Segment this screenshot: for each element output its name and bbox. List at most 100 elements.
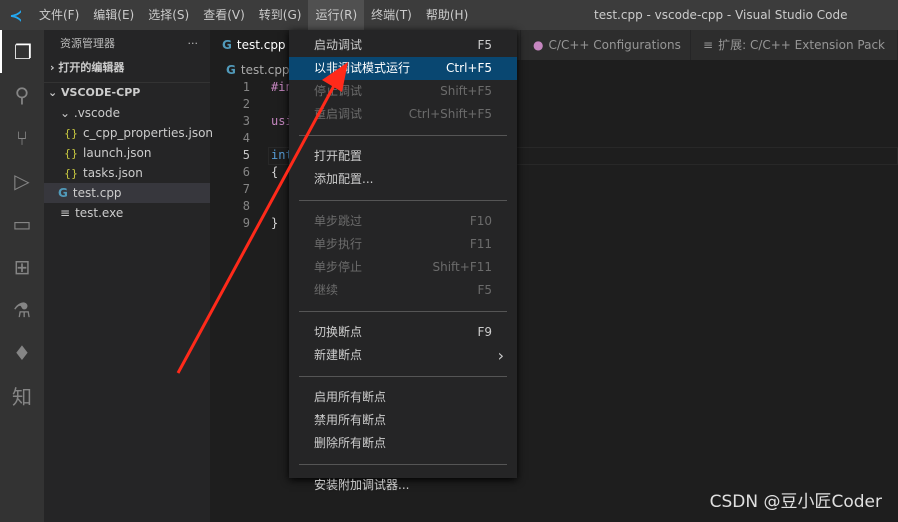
leaf-icon[interactable]: ♦ [0,331,44,374]
menu-item-label: 以非调试模式运行 [314,61,411,75]
line-number: 2 [242,97,250,111]
menu-2[interactable]: 选择(S) [141,0,196,30]
file-item[interactable]: {} c_cpp_properties.json [44,123,213,143]
run-menu-item[interactable]: 禁用所有断点 [289,409,517,432]
remote-explorer-icon[interactable]: ▭ [0,202,44,245]
file-item[interactable]: {} launch.json [44,143,210,163]
open-editors-section[interactable]: › 打开的编辑器 [44,58,210,78]
file-item[interactable]: Gtest.cpp [44,183,210,203]
menu-item-label: 添加配置... [314,172,374,186]
file-item[interactable]: {} tasks.json [44,163,210,183]
line-number: 6 [242,165,250,179]
line-number: 3 [242,114,250,128]
menu-7[interactable]: 帮助(H) [419,0,475,30]
run-menu-item[interactable]: 切换断点 F9 [289,321,517,344]
line-numbers: 1 2 3 4 5 6 7 8 9 [230,79,250,232]
menu-item-shortcut: F5 [477,283,492,297]
run-menu-item[interactable]: 单步执行 F11 [289,233,517,256]
cpp-file-icon: G [58,186,68,200]
menu-item-label: 禁用所有断点 [314,413,387,427]
line-number: 7 [242,182,250,196]
menu-separator [299,464,507,465]
menu-item-label: 安装附加调试器... [314,478,410,492]
run-menu-item[interactable]: 打开配置 [289,145,517,168]
menu-item-label: 重启调试 [314,107,363,121]
menu-item-shortcut: Shift+F5 [440,84,492,98]
menu-separator [299,200,507,201]
extensions-icon[interactable]: ⊞ [0,245,44,288]
tab-extension-pack[interactable]: ≡ 扩展: C/C++ Extension Pack [691,30,898,60]
menu-item-label: 单步跳过 [314,214,363,228]
breadcrumb[interactable]: Gtest.cpp [226,60,290,80]
run-menu-item[interactable]: 删除所有断点 [289,432,517,455]
watermark: CSDN @豆小匠Coder [709,492,882,512]
vscode-logo-icon: ≺ [9,5,23,25]
menu-item-label: 单步停止 [314,260,363,274]
menu-item-label: 停止调试 [314,84,363,98]
menu-3[interactable]: 查看(V) [196,0,252,30]
explorer-sidebar: 资源管理器 ··· › 打开的编辑器 ⌄ VSCODE-CPP ⌄ .vscode… [44,30,213,522]
menu-item-label: 新建断点 [314,348,363,362]
activity-bar: ❐ ⚲ ⑂ ▷ ▭ ⊞ ⚗ ♦ 知 [0,30,44,522]
run-menu-item[interactable]: 重启调试 Ctrl+Shift+F5 [289,103,517,126]
line-number: 5 [242,148,250,162]
menu-separator [299,311,507,312]
run-menu-dropdown: 启动调试 F5 以非调试模式运行 Ctrl+F5 停止调试 Shift+F5 重启调试 Ctr… [289,30,517,492]
file-item[interactable]: ≡ test.exe [44,203,210,223]
line-number: 9 [242,216,250,230]
window-title: test.cpp - vscode-cpp - Visual Studio Co… [594,8,848,22]
search-icon[interactable]: ⚲ [0,73,44,116]
menu-1[interactable]: 编辑(E) [86,0,141,30]
source-control-icon[interactable]: ⑂ [0,116,44,159]
folder-vscode[interactable]: ⌄ .vscode [44,103,210,123]
json-icon: {} [64,147,78,160]
menu-item-label: 继续 [314,283,339,297]
testing-icon[interactable]: ⚗ [0,288,44,331]
menu-item-label: 单步执行 [314,237,363,251]
menu-0[interactable]: 文件(F) [32,0,86,30]
menu-item-label: 启动调试 [314,38,363,52]
tab-cpp-configurations[interactable]: ● C/C++ Configurations [521,30,692,60]
run-menu-item[interactable]: 单步停止 Shift+F11 [289,256,517,279]
explorer-title: 资源管理器 [60,37,115,50]
menu-item-label: 切换断点 [314,325,363,339]
menu-separator [299,376,507,377]
run-menu-item[interactable]: 停止调试 Shift+F5 [289,80,517,103]
binary-file-icon: ≡ [60,206,71,220]
tab-test-cpp[interactable]: Gtest.cpp [210,30,299,60]
run-menu-item[interactable]: 启动调试 F5 [289,34,517,57]
run-menu-item[interactable]: 安装附加调试器... [289,474,517,497]
menu-4[interactable]: 转到(G) [252,0,309,30]
menu-item-shortcut: F5 [477,38,492,52]
menu-item-shortcut: F10 [469,214,492,228]
menu-item-shortcut: Ctrl+Shift+F5 [408,107,492,121]
menu-item-shortcut: F9 [477,325,492,339]
line-number: 8 [242,199,250,213]
run-debug-icon[interactable]: ▷ [0,159,44,202]
menu-item-shortcut: Shift+F11 [432,260,492,274]
menu-item-shortcut: F11 [469,237,492,251]
menu-item-shortcut: › [497,346,504,365]
run-menu-item[interactable]: 以非调试模式运行 Ctrl+F5 [289,57,517,80]
run-menu-item[interactable]: 新建断点 › [289,344,517,367]
menu-item-label: 删除所有断点 [314,436,387,450]
menu-5[interactable]: 运行(R) [308,0,365,30]
menu-item-label: 打开配置 [314,149,363,163]
menu-item-label: 启用所有断点 [314,390,387,404]
project-folder[interactable]: ⌄ VSCODE-CPP [44,83,210,103]
menu-6[interactable]: 终端(T) [364,0,419,30]
menu-item-shortcut: Ctrl+F5 [446,61,492,75]
zhihu-icon[interactable]: 知 [0,374,44,417]
line-number: 4 [242,131,250,145]
json-icon: {} [64,127,78,140]
menu-separator [299,135,507,136]
more-actions-button[interactable]: ··· [188,30,199,58]
run-menu-item[interactable]: 启用所有断点 [289,386,517,409]
json-icon: {} [64,167,78,180]
title-bar: ≺ 文件(F) 编辑(E) 选择(S) 查看(V) 转到(G) 运行(R) 终端(T) 帮助(… [0,0,898,30]
run-menu-item[interactable]: 继续 F5 [289,279,517,302]
line-number: 1 [242,80,250,94]
run-menu-item[interactable]: 添加配置... [289,168,517,191]
run-menu-item[interactable]: 单步跳过 F10 [289,210,517,233]
explorer-icon[interactable]: ❐ [0,30,44,73]
